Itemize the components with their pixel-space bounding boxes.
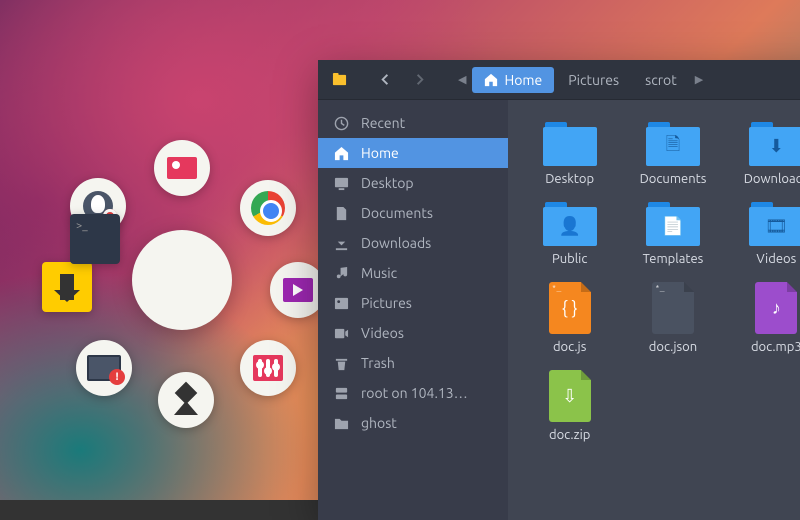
folder-icon	[543, 122, 597, 166]
trash-icon	[334, 356, 349, 371]
pie-item-displays[interactable]	[76, 340, 132, 396]
pie-item-image-viewer[interactable]	[154, 140, 210, 196]
file-item[interactable]: 🗎 Documents	[623, 118, 722, 190]
sidebar-item-label: Pictures	[361, 295, 412, 311]
pie-item-chrome[interactable]	[240, 180, 296, 236]
file-item[interactable]: 🎞 Videos	[727, 198, 800, 270]
breadcrumb-home[interactable]: Home	[472, 67, 554, 93]
folder-icon: 🗎	[646, 122, 700, 166]
folder-icon: 🎞	[749, 202, 800, 246]
file-label: Templates	[643, 252, 704, 266]
video-icon	[334, 326, 349, 341]
breadcrumb-pictures[interactable]: Pictures	[556, 67, 631, 93]
sidebar-item-label: ghost	[361, 415, 397, 431]
pie-item-downloader[interactable]	[42, 262, 92, 312]
pie-launcher: >_	[42, 140, 322, 420]
sidebar-item-label: Documents	[361, 205, 433, 221]
breadcrumb-next-icon[interactable]: ▶	[691, 73, 707, 86]
file-label: Videos	[756, 252, 796, 266]
pie-item-inkscape[interactable]	[158, 372, 214, 428]
breadcrumb-label: scrot	[645, 72, 677, 88]
download-icon	[334, 236, 349, 251]
inkscape-icon	[171, 385, 201, 415]
desktop-icon	[334, 176, 349, 191]
sidebar-item-documents[interactable]: Documents	[318, 198, 508, 228]
file-item[interactable]: ⇩ doc.zip	[520, 366, 619, 446]
file-item[interactable]: 📄 Templates	[623, 198, 722, 270]
sidebar-item-label: Music	[361, 265, 397, 281]
file-icon: *_{ }	[549, 282, 591, 334]
clock-icon	[334, 116, 349, 131]
sidebar-item-label: Downloads	[361, 235, 431, 251]
sidebar-item-pictures[interactable]: Pictures	[318, 288, 508, 318]
file-icon: *_	[652, 282, 694, 334]
image-icon	[167, 157, 197, 179]
folder-icon: 👤	[543, 202, 597, 246]
breadcrumb-prev-icon[interactable]: ◀	[454, 73, 470, 86]
sidebar-item-ghost[interactable]: ghost	[318, 408, 508, 438]
sidebar-item-label: root on 104.13…	[361, 385, 468, 401]
sidebar-item-trash[interactable]: Trash	[318, 348, 508, 378]
pie-item-audio-mixer[interactable]	[240, 340, 296, 396]
breadcrumb-label: Home	[504, 72, 542, 88]
sidebar-item-network[interactable]: root on 104.13…	[318, 378, 508, 408]
picture-icon	[334, 296, 349, 311]
sidebar-item-videos[interactable]: Videos	[318, 318, 508, 348]
file-label: doc.mp3	[751, 340, 800, 354]
network-icon	[334, 386, 349, 401]
file-label: doc.zip	[549, 428, 590, 442]
pie-center[interactable]	[132, 230, 232, 330]
toolbar: ◀ Home Pictures scrot ▶	[318, 60, 800, 100]
folder-icon	[334, 416, 349, 431]
sidebar-item-desktop[interactable]: Desktop	[318, 168, 508, 198]
sidebar-item-recent[interactable]: Recent	[318, 108, 508, 138]
play-icon	[283, 278, 313, 302]
folder-icon: ⬇	[749, 122, 800, 166]
chrome-icon	[251, 191, 285, 225]
folder-icon: 📄	[646, 202, 700, 246]
pie-item-terminal[interactable]: >_	[70, 214, 120, 264]
document-icon	[334, 206, 349, 221]
music-icon	[334, 266, 349, 281]
sidebar-item-label: Recent	[361, 115, 405, 131]
breadcrumb-scrot[interactable]: scrot	[633, 67, 689, 93]
file-item[interactable]: ⬇ Downloads	[727, 118, 800, 190]
file-label: Public	[552, 252, 587, 266]
breadcrumb-label: Pictures	[568, 72, 619, 88]
file-label: Documents	[640, 172, 707, 186]
file-label: doc.json	[649, 340, 697, 354]
file-label: Downloads	[744, 172, 800, 186]
file-label: Desktop	[545, 172, 594, 186]
home-icon	[484, 73, 498, 87]
sidebar-item-label: Home	[361, 145, 399, 161]
file-item[interactable]: *_{ } doc.js	[520, 278, 619, 358]
file-icon: ♪	[755, 282, 797, 334]
sidebar-item-label: Trash	[361, 355, 395, 371]
sidebar-item-music[interactable]: Music	[318, 258, 508, 288]
file-icon: ⇩	[549, 370, 591, 422]
sidebar-item-label: Videos	[361, 325, 404, 341]
sidebar-item-home[interactable]: Home	[318, 138, 508, 168]
file-item[interactable]: Desktop	[520, 118, 619, 190]
equalizer-icon	[253, 355, 283, 381]
sidebar: Recent Home Desktop Documents Downloads …	[318, 100, 508, 520]
file-label: doc.js	[553, 340, 586, 354]
file-item[interactable]: *_ doc.json	[623, 278, 722, 358]
file-item[interactable]: ♪ doc.mp3	[727, 278, 800, 358]
download-icon	[60, 274, 74, 300]
display-icon	[87, 355, 121, 381]
file-manager-window: ◀ Home Pictures scrot ▶ Recent Home Desk…	[318, 60, 800, 520]
back-button[interactable]	[370, 65, 400, 95]
breadcrumb: ◀ Home Pictures scrot ▶	[454, 67, 707, 93]
sidebar-item-label: Desktop	[361, 175, 414, 191]
app-icon[interactable]	[324, 65, 354, 95]
file-item[interactable]: 👤 Public	[520, 198, 619, 270]
home-icon	[334, 146, 349, 161]
file-grid: Desktop 🗎 Documents ⬇ Downloads 👤 Public 📄 Templ…	[508, 100, 800, 520]
sidebar-item-downloads[interactable]: Downloads	[318, 228, 508, 258]
forward-button[interactable]	[404, 65, 434, 95]
terminal-icon: >_	[76, 220, 88, 232]
